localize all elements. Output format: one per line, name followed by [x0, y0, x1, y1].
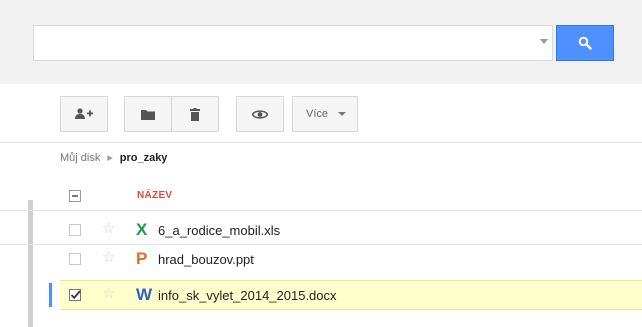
presentation-icon: P [136, 249, 148, 268]
star-icon[interactable]: ☆ [102, 221, 115, 237]
search-input[interactable] [33, 25, 553, 61]
search-icon [578, 36, 592, 50]
breadcrumb: Můj disk ▶ pro_zaky [60, 152, 167, 164]
more-menu-label: Více [306, 108, 329, 120]
breadcrumb-root-link[interactable]: Můj disk [60, 152, 100, 164]
checkmark-icon [70, 290, 81, 300]
folder-icon [141, 109, 155, 120]
top-bar [0, 0, 642, 84]
breadcrumb-current-folder: pro_zaky [119, 152, 168, 164]
column-header-name[interactable]: NÁZEV [137, 190, 172, 201]
spreadsheet-icon: X [136, 220, 148, 239]
file-row-selected[interactable]: ☆ W info_sk_vylet_2014_2015.docx [49, 280, 642, 310]
file-row[interactable]: ☆ X 6_a_rodice_mobil.xls [60, 216, 642, 244]
star-icon[interactable]: ☆ [102, 286, 115, 302]
document-icon: W [136, 285, 153, 304]
sidebar-scrollbar[interactable] [28, 200, 33, 327]
file-checkbox-checked[interactable] [69, 289, 81, 301]
file-checkbox[interactable] [69, 253, 81, 265]
file-row[interactable]: ☆ P hrad_bouzov.ppt [60, 245, 642, 273]
breadcrumb-separator-icon: ▶ [107, 155, 113, 162]
chevron-down-icon [338, 112, 347, 116]
share-button[interactable] [60, 96, 108, 132]
move-to-folder-button[interactable] [124, 96, 172, 132]
file-name[interactable]: info_sk_vylet_2014_2015.docx [158, 288, 337, 303]
eye-icon [252, 109, 268, 119]
preview-button[interactable] [236, 96, 284, 132]
file-name[interactable]: 6_a_rodice_mobil.xls [158, 223, 280, 238]
delete-button[interactable] [171, 96, 219, 132]
star-icon[interactable]: ☆ [102, 250, 115, 266]
trash-icon [190, 107, 200, 121]
add-person-icon [75, 108, 93, 119]
search-options-dropdown-icon[interactable] [540, 39, 548, 44]
file-checkbox[interactable] [69, 224, 81, 236]
minus-icon [72, 195, 78, 197]
selection-indicator [49, 283, 52, 307]
select-all-checkbox[interactable] [69, 190, 81, 202]
file-name[interactable]: hrad_bouzov.ppt [158, 252, 254, 267]
toolbar-divider [0, 142, 642, 143]
search-button[interactable] [556, 25, 614, 61]
list-header-row: NÁZEV [60, 182, 642, 210]
more-menu-button[interactable]: Více [292, 96, 358, 132]
header-divider [0, 210, 642, 211]
